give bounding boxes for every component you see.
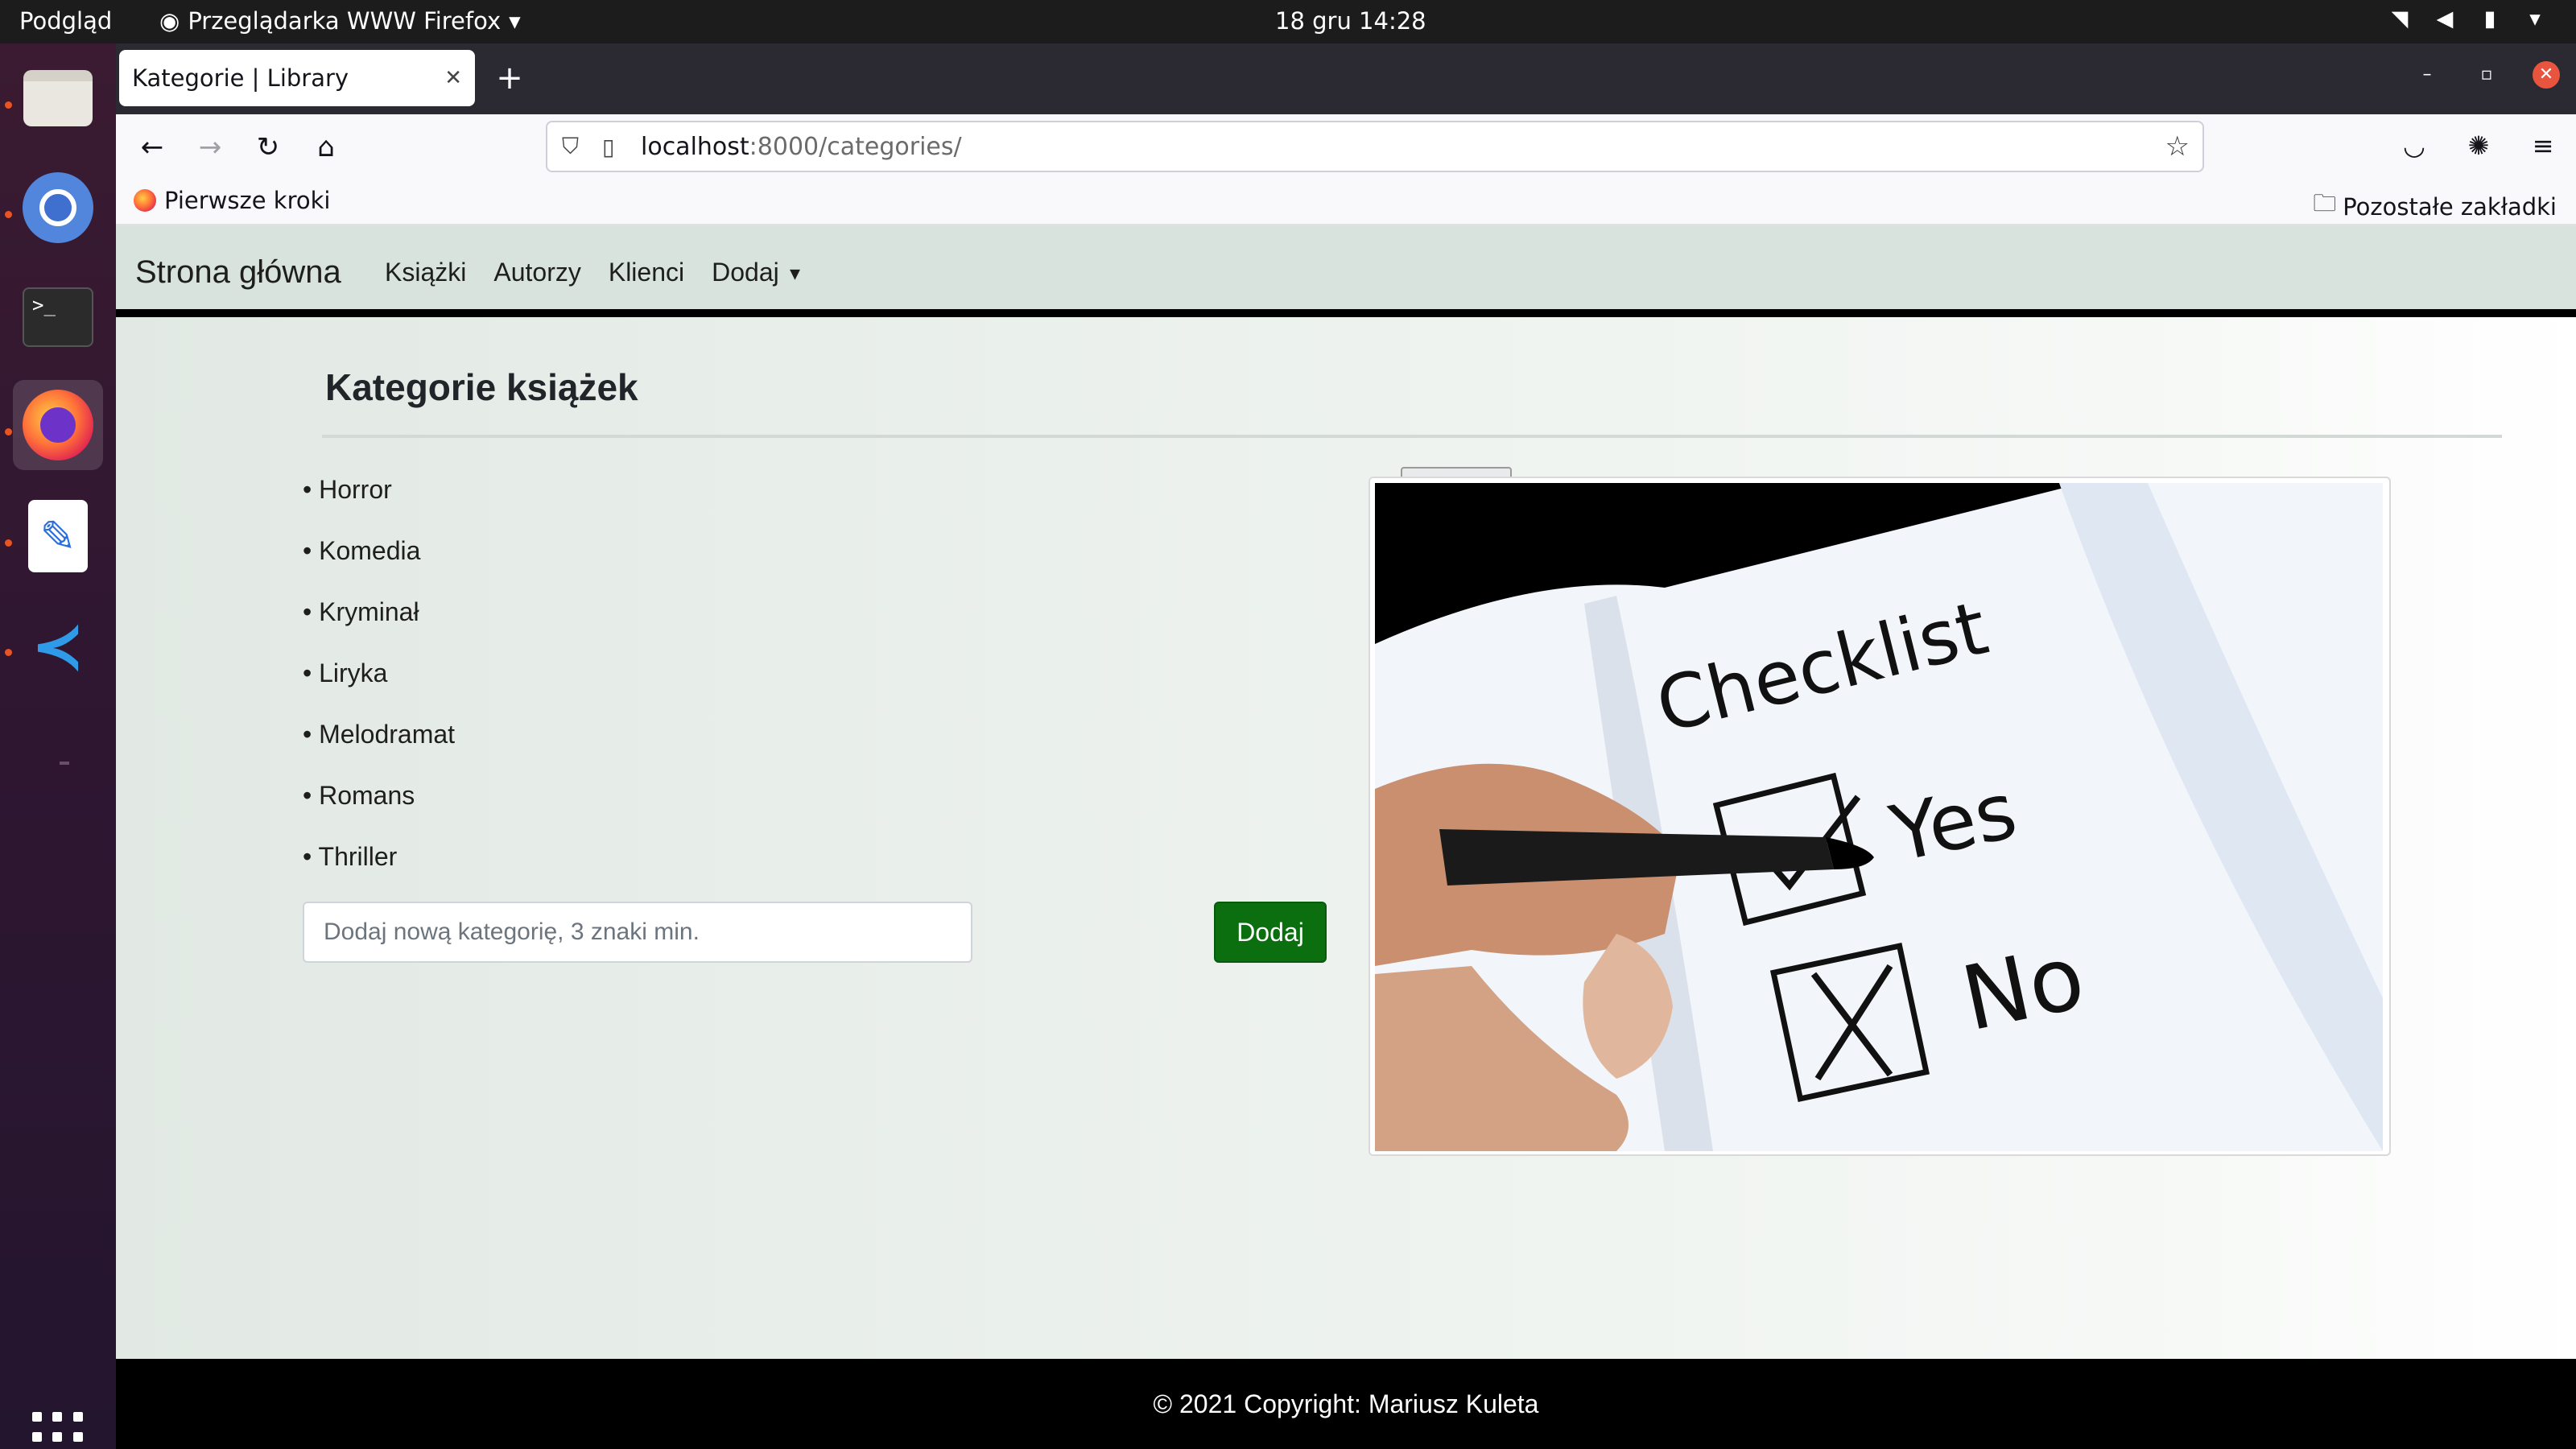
- home-icon[interactable]: ⌂: [308, 129, 345, 166]
- list-item: • Liryka ✗: [303, 650, 1512, 712]
- nav-link-authors[interactable]: Autorzy: [493, 258, 580, 287]
- page-content: Strona główna Książki Autorzy Klienci Do…: [116, 225, 2576, 1449]
- window-controls: – ▫ ✕: [2413, 61, 2560, 89]
- forward-icon[interactable]: →: [192, 129, 229, 166]
- running-indicator: [5, 539, 12, 547]
- clock[interactable]: 18 gru 14:28: [1275, 7, 1426, 35]
- volume-icon: ◀: [2436, 6, 2454, 31]
- minimize-icon[interactable]: –: [2413, 61, 2441, 89]
- new-category-input[interactable]: [303, 902, 972, 963]
- list-item: • Romans ✗: [303, 773, 1512, 834]
- nav-dropdown-add[interactable]: Dodaj ▼: [712, 258, 803, 287]
- category-name: • Thriller: [303, 842, 398, 871]
- running-indicator: [5, 649, 12, 656]
- category-list: • Horror ✗ • Komedia ✗ • Kryminał ✗ • Li…: [303, 467, 1512, 895]
- list-item: • Thriller ✗: [303, 834, 1512, 895]
- running-indicator: [5, 211, 12, 218]
- url-bar[interactable]: ⛉ ▯ localhost:8000/categories/ ☆: [546, 121, 2204, 172]
- navigation-toolbar: ← → ↻ ⌂ ⛉ ▯ localhost:8000/categories/ ☆…: [116, 114, 2576, 180]
- app-menu-label: Przeglądarka WWW Firefox: [188, 7, 502, 35]
- tab-active[interactable]: Kategorie | Library ✕: [119, 50, 475, 106]
- nav-link-clients[interactable]: Klienci: [609, 258, 684, 287]
- divider: [322, 435, 2502, 438]
- category-name: • Melodramat: [303, 720, 456, 749]
- firefox-icon[interactable]: [13, 380, 103, 470]
- system-top-bar: Podgląd ◉ Przeglądarka WWW Firefox ▾ 18 …: [0, 0, 2576, 43]
- category-name: • Komedia: [303, 536, 421, 565]
- caret-down-icon: ▼: [786, 263, 804, 284]
- maximize-icon[interactable]: ▫: [2473, 61, 2500, 89]
- nav-dropdown-label: Dodaj: [712, 258, 779, 287]
- close-icon[interactable]: ✕: [444, 66, 462, 90]
- checklist-image: Checklist Yes No: [1368, 477, 2391, 1156]
- activities-button[interactable]: Podgląd: [19, 7, 112, 35]
- dock-separator: [60, 762, 69, 765]
- page-icon[interactable]: ▯: [602, 134, 626, 160]
- list-item: • Horror ✗: [303, 467, 1512, 528]
- list-item: • Kryminał ✗: [303, 589, 1512, 650]
- running-indicator: [5, 101, 12, 109]
- window-close-icon[interactable]: ✕: [2533, 61, 2560, 89]
- back-icon[interactable]: ←: [134, 129, 171, 166]
- copyright-text: © 2021 Copyright: Mariusz Kuleta: [1153, 1389, 1539, 1418]
- system-tray[interactable]: ◥ ◀ ▮ ▾: [2388, 6, 2547, 31]
- site-footer: © 2021 Copyright: Mariusz Kuleta: [116, 1359, 2576, 1449]
- tab-strip: Kategorie | Library ✕ + – ▫ ✕: [116, 43, 2576, 114]
- url-path: :8000/categories/: [749, 132, 962, 161]
- checklist-illustration: Checklist Yes No: [1375, 483, 2383, 1151]
- url-host: localhost: [641, 132, 749, 161]
- dock: >_ ✎ ≺: [0, 43, 116, 1449]
- files-icon[interactable]: [13, 53, 103, 143]
- wifi-icon: ◥: [2391, 6, 2409, 31]
- page-title: Kategorie książek: [325, 366, 638, 408]
- category-name: • Romans: [303, 781, 415, 810]
- chevron-down-icon: ▾: [2529, 6, 2541, 31]
- terminal-icon[interactable]: >_: [13, 272, 103, 362]
- other-bookmarks-label: Pozostałe zakładki: [2343, 192, 2557, 221]
- text-editor-icon[interactable]: ✎: [13, 491, 103, 581]
- shield-icon[interactable]: ⛉: [562, 133, 586, 160]
- bookmarks-bar: Pierwsze kroki 🗀 Pozostałe zakładki: [116, 180, 2576, 225]
- pocket-icon[interactable]: ◡: [2396, 127, 2433, 164]
- list-item: • Melodramat ✗: [303, 712, 1512, 773]
- reload-icon[interactable]: ↻: [250, 129, 287, 166]
- app-menu[interactable]: ◉ Przeglądarka WWW Firefox ▾: [159, 7, 521, 35]
- show-applications-icon[interactable]: [32, 1412, 84, 1449]
- other-bookmarks[interactable]: 🗀 Pozostałe zakładki: [2313, 187, 2557, 226]
- running-indicator: [5, 428, 12, 436]
- add-category-button[interactable]: Dodaj: [1214, 902, 1327, 963]
- category-name: • Horror: [303, 475, 392, 504]
- firefox-small-icon: ◉: [159, 7, 180, 35]
- list-item: • Komedia ✗: [303, 528, 1512, 589]
- battery-icon: ▮: [2483, 6, 2496, 31]
- nav-link-books[interactable]: Książki: [385, 258, 466, 287]
- new-tab-button[interactable]: +: [489, 58, 530, 98]
- bookmark-getting-started[interactable]: Pierwsze kroki: [134, 187, 330, 214]
- folder-icon: 🗀: [2313, 189, 2337, 217]
- tab-title: Kategorie | Library: [132, 64, 349, 92]
- brand-link[interactable]: Strona główna: [135, 254, 341, 291]
- menu-icon[interactable]: ≡: [2524, 127, 2562, 164]
- chevron-down-icon: ▾: [509, 7, 521, 35]
- site-navbar: Strona główna Książki Autorzy Klienci Do…: [116, 225, 2576, 317]
- toolbar-right: ◡ ✺ ≡: [2396, 127, 2562, 164]
- category-name: • Liryka: [303, 658, 388, 687]
- bookmark-star-icon[interactable]: ☆: [2165, 130, 2190, 163]
- firefox-favicon-icon: [134, 189, 156, 212]
- category-name: • Kryminał: [303, 597, 419, 626]
- chromium-icon[interactable]: [13, 163, 103, 253]
- bookmark-label: Pierwsze kroki: [164, 187, 331, 214]
- vscode-icon[interactable]: ≺: [13, 601, 103, 691]
- extension-icon[interactable]: ✺: [2460, 127, 2497, 164]
- site-nav-links: Książki Autorzy Klienci Dodaj ▼: [385, 258, 803, 287]
